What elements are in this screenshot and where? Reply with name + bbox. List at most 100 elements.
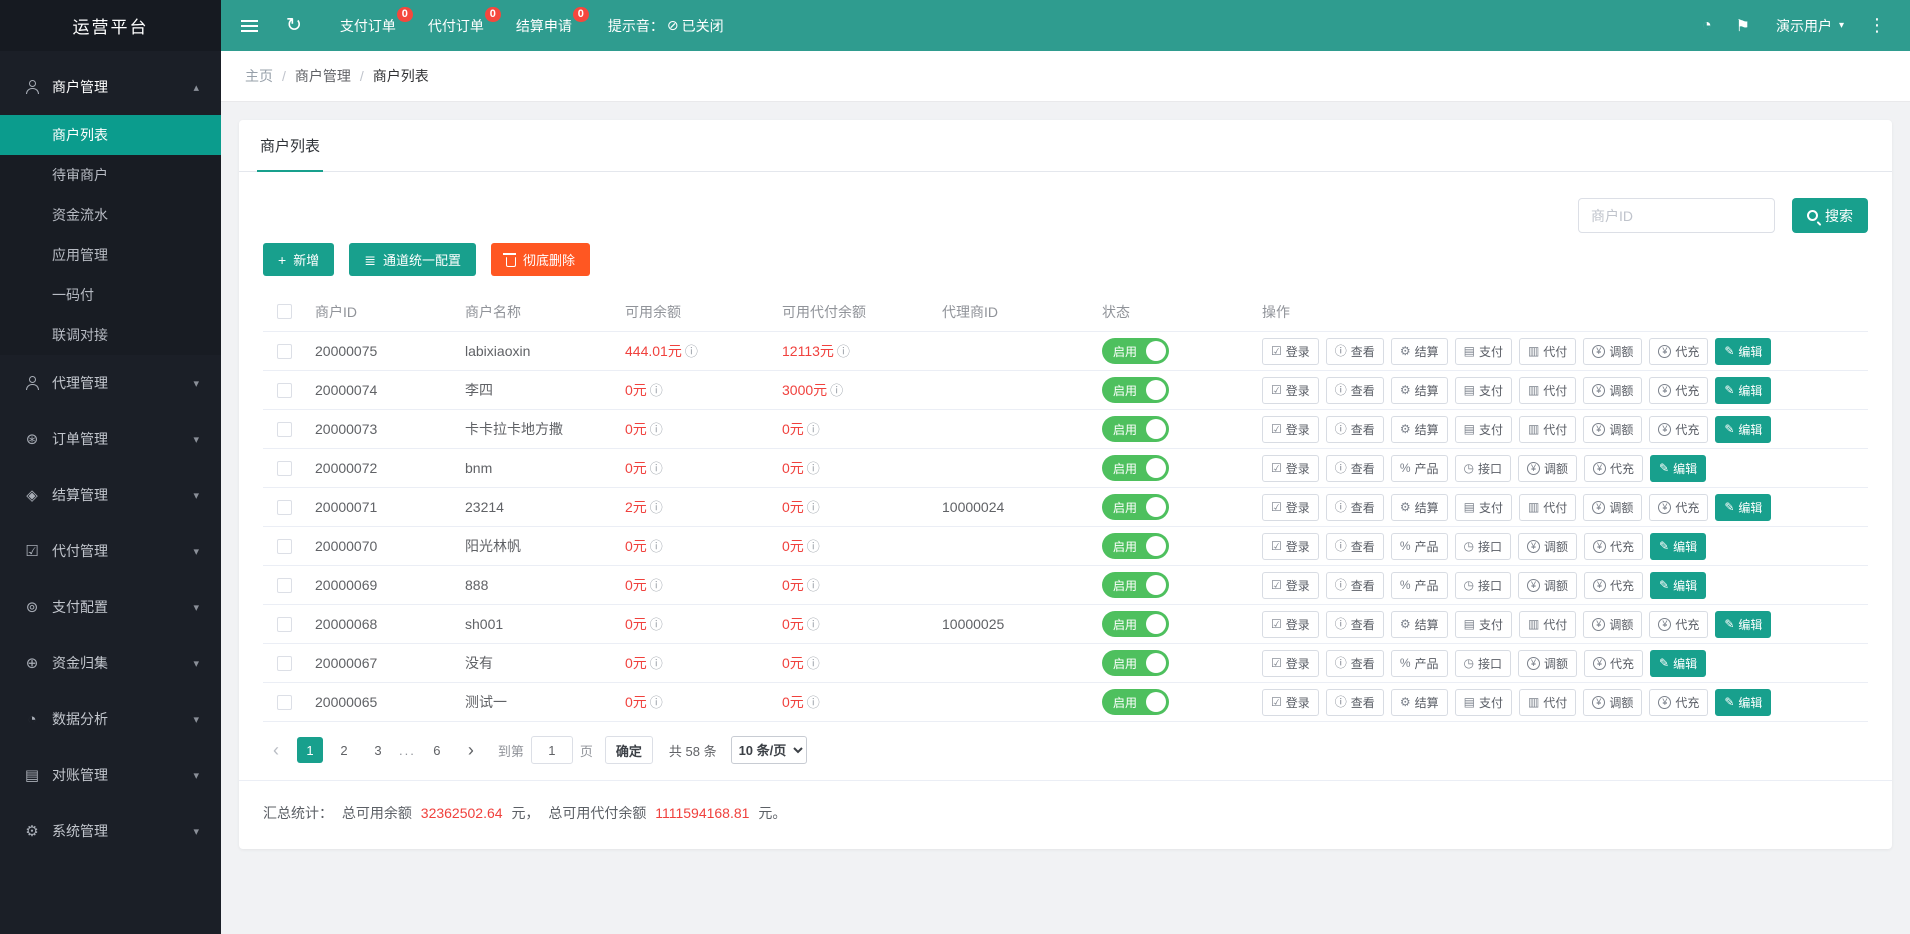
topbar-item-settlement-requests[interactable]: 结算申请0 bbox=[500, 0, 588, 51]
product-button[interactable]: %产品 bbox=[1391, 650, 1448, 677]
user-dropdown[interactable]: 演示用户 ▾ bbox=[1762, 0, 1858, 51]
recharge-button[interactable]: ¥代充 bbox=[1649, 416, 1708, 443]
merchant-id-input[interactable] bbox=[1578, 198, 1775, 233]
recharge-button[interactable]: ¥代充 bbox=[1649, 494, 1708, 521]
pay-button[interactable]: ▤支付 bbox=[1455, 377, 1512, 404]
pay-button[interactable]: ▤支付 bbox=[1455, 338, 1512, 365]
select-all-checkbox[interactable] bbox=[277, 304, 292, 319]
info-icon[interactable]: ⓘ bbox=[807, 578, 820, 593]
api-button[interactable]: ◷接口 bbox=[1455, 455, 1512, 482]
adjust-quota-button[interactable]: ¥调额 bbox=[1583, 416, 1642, 443]
status-toggle[interactable]: 启用 bbox=[1102, 689, 1169, 715]
sidebar-item-merchant-management[interactable]: 商户管理▴ bbox=[0, 59, 221, 115]
topbar-item-pay-orders[interactable]: 支付订单0 bbox=[324, 0, 412, 51]
info-icon[interactable]: ⓘ bbox=[650, 656, 663, 671]
row-checkbox[interactable] bbox=[277, 656, 292, 671]
status-toggle[interactable]: 启用 bbox=[1102, 494, 1169, 520]
sidebar-item-fund-collection[interactable]: ⊕资金归集▾ bbox=[0, 635, 221, 691]
view-button[interactable]: ⓘ查看 bbox=[1326, 572, 1384, 599]
row-checkbox[interactable] bbox=[277, 344, 292, 359]
info-icon[interactable]: ⓘ bbox=[650, 617, 663, 632]
channel-config-button[interactable]: ≣ 通道统一配置 bbox=[349, 243, 476, 276]
recharge-button[interactable]: ¥代充 bbox=[1649, 377, 1708, 404]
sidebar-item-app-management[interactable]: 应用管理 bbox=[0, 235, 221, 275]
adjust-quota-button[interactable]: ¥调额 bbox=[1518, 533, 1577, 560]
payout-button[interactable]: ▥代付 bbox=[1519, 338, 1576, 365]
prev-page-button[interactable]: ‹ bbox=[263, 736, 289, 764]
sidebar-item-data-analysis[interactable]: ◔数据分析▾ bbox=[0, 691, 221, 747]
recharge-button[interactable]: ¥代充 bbox=[1584, 650, 1643, 677]
edit-button[interactable]: ✎编辑 bbox=[1715, 689, 1771, 716]
page-button-2[interactable]: 2 bbox=[331, 737, 357, 763]
page-button-3[interactable]: 3 bbox=[365, 737, 391, 763]
tag-button[interactable]: ⚑ bbox=[1724, 0, 1762, 51]
view-button[interactable]: ⓘ查看 bbox=[1326, 416, 1384, 443]
login-button[interactable]: ☑登录 bbox=[1262, 533, 1319, 560]
view-button[interactable]: ⓘ查看 bbox=[1326, 377, 1384, 404]
view-button[interactable]: ⓘ查看 bbox=[1326, 455, 1384, 482]
pay-button[interactable]: ▤支付 bbox=[1455, 416, 1512, 443]
info-icon[interactable]: ⓘ bbox=[807, 695, 820, 710]
topbar-item-payout-orders[interactable]: 代付订单0 bbox=[412, 0, 500, 51]
sidebar-item-one-code-pay[interactable]: 一码付 bbox=[0, 275, 221, 315]
info-icon[interactable]: ⓘ bbox=[650, 539, 663, 554]
info-icon[interactable]: ⓘ bbox=[807, 539, 820, 554]
edit-button[interactable]: ✎编辑 bbox=[1715, 338, 1771, 365]
sidebar-item-system-management[interactable]: ⚙系统管理▾ bbox=[0, 803, 221, 859]
pay-button[interactable]: ▤支付 bbox=[1455, 611, 1512, 638]
info-icon[interactable]: ⓘ bbox=[650, 578, 663, 593]
login-button[interactable]: ☑登录 bbox=[1262, 494, 1319, 521]
settle-button[interactable]: ⚙结算 bbox=[1391, 338, 1448, 365]
edit-button[interactable]: ✎编辑 bbox=[1715, 416, 1771, 443]
adjust-quota-button[interactable]: ¥调额 bbox=[1518, 572, 1577, 599]
view-button[interactable]: ⓘ查看 bbox=[1326, 338, 1384, 365]
sidebar-item-reconciliation-management[interactable]: ▤对账管理▾ bbox=[0, 747, 221, 803]
api-button[interactable]: ◷接口 bbox=[1455, 533, 1512, 560]
info-icon[interactable]: ⓘ bbox=[807, 422, 820, 437]
view-button[interactable]: ⓘ查看 bbox=[1326, 689, 1384, 716]
edit-button[interactable]: ✎编辑 bbox=[1715, 494, 1771, 521]
settle-button[interactable]: ⚙结算 bbox=[1391, 416, 1448, 443]
adjust-quota-button[interactable]: ¥调额 bbox=[1583, 689, 1642, 716]
login-button[interactable]: ☑登录 bbox=[1262, 611, 1319, 638]
page-button-6[interactable]: 6 bbox=[424, 737, 450, 763]
recharge-button[interactable]: ¥代充 bbox=[1649, 689, 1708, 716]
view-button[interactable]: ⓘ查看 bbox=[1326, 650, 1384, 677]
login-button[interactable]: ☑登录 bbox=[1262, 416, 1319, 443]
row-checkbox[interactable] bbox=[277, 539, 292, 554]
info-icon[interactable]: ⓘ bbox=[807, 617, 820, 632]
next-page-button[interactable]: › bbox=[458, 736, 484, 764]
tab-merchant-list[interactable]: 商户列表 bbox=[257, 120, 323, 171]
row-checkbox[interactable] bbox=[277, 500, 292, 515]
sidebar-item-pending-merchants[interactable]: 待审商户 bbox=[0, 155, 221, 195]
sidebar-item-payment-config[interactable]: ⊚支付配置▾ bbox=[0, 579, 221, 635]
api-button[interactable]: ◷接口 bbox=[1455, 572, 1512, 599]
status-toggle[interactable]: 启用 bbox=[1102, 533, 1169, 559]
sidebar-item-integration[interactable]: 联调对接 bbox=[0, 315, 221, 355]
sidebar-item-merchant-list[interactable]: 商户列表 bbox=[0, 115, 221, 155]
adjust-quota-button[interactable]: ¥调额 bbox=[1583, 494, 1642, 521]
payout-button[interactable]: ▥代付 bbox=[1519, 377, 1576, 404]
adjust-quota-button[interactable]: ¥调额 bbox=[1583, 377, 1642, 404]
info-icon[interactable]: ⓘ bbox=[650, 461, 663, 476]
recharge-button[interactable]: ¥代充 bbox=[1584, 572, 1643, 599]
edit-button[interactable]: ✎编辑 bbox=[1715, 377, 1771, 404]
payout-button[interactable]: ▥代付 bbox=[1519, 494, 1576, 521]
breadcrumb-item[interactable]: 商户管理 bbox=[295, 66, 351, 86]
status-toggle[interactable]: 启用 bbox=[1102, 572, 1169, 598]
view-button[interactable]: ⓘ查看 bbox=[1326, 494, 1384, 521]
settle-button[interactable]: ⚙结算 bbox=[1391, 689, 1448, 716]
refresh-button[interactable]: ↻ bbox=[272, 0, 316, 51]
payout-button[interactable]: ▥代付 bbox=[1519, 689, 1576, 716]
product-button[interactable]: %产品 bbox=[1391, 455, 1448, 482]
info-icon[interactable]: ⓘ bbox=[650, 500, 663, 515]
status-toggle[interactable]: 启用 bbox=[1102, 377, 1169, 403]
product-button[interactable]: %产品 bbox=[1391, 572, 1448, 599]
more-button[interactable]: ⋮ bbox=[1858, 15, 1896, 36]
search-button[interactable]: 搜索 bbox=[1792, 198, 1868, 233]
page-jump-input[interactable] bbox=[531, 736, 573, 764]
page-size-select[interactable]: 10 条/页 bbox=[731, 736, 807, 764]
recharge-button[interactable]: ¥代充 bbox=[1584, 455, 1643, 482]
recharge-button[interactable]: ¥代充 bbox=[1584, 533, 1643, 560]
info-icon[interactable]: ⓘ bbox=[807, 461, 820, 476]
